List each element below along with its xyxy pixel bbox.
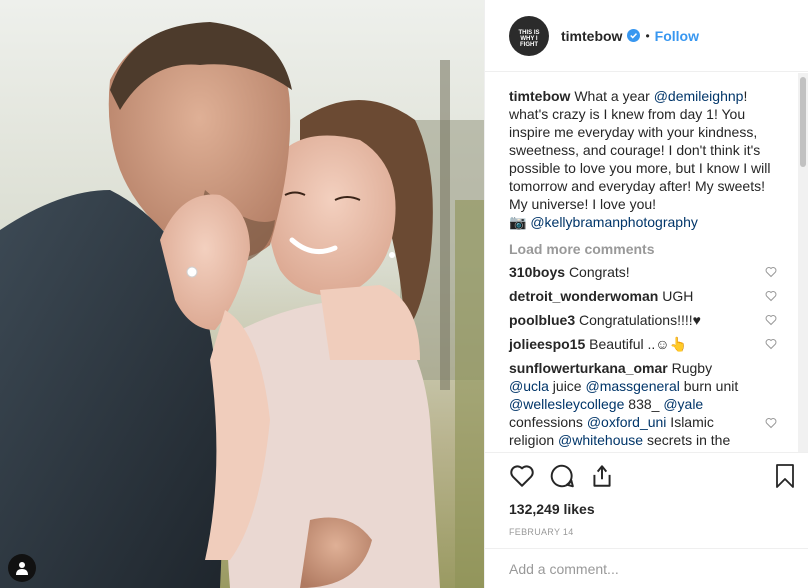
verified-badge-icon [627, 29, 641, 42]
comment-mention[interactable]: @massgeneral [585, 378, 679, 394]
comment-text: UGH [662, 288, 694, 304]
comment-text: Rugby [671, 360, 713, 376]
comment-username[interactable]: detroit_wonderwoman [509, 288, 658, 304]
comment-text: juice [548, 378, 586, 394]
comment-like-heart-icon[interactable] [765, 314, 777, 326]
comment-username[interactable]: poolblue3 [509, 312, 575, 328]
add-comment-bar [485, 548, 808, 588]
post-date[interactable]: FEBRUARY 14 [509, 527, 793, 537]
comment-text: confessions [509, 414, 587, 430]
avatar-text: THIS IS WHY I FIGHT [518, 29, 540, 48]
caption-text-1: What a year [574, 88, 654, 104]
comment-mention[interactable]: @wellesleycollege [509, 396, 624, 412]
user-tag-button[interactable] [8, 554, 36, 582]
header-dot: • [645, 28, 650, 43]
comment-item: detroit_wonderwoman UGH [509, 287, 777, 305]
long-comment-body: sunflowerturkana_omar Rugby @ucla juice … [509, 359, 749, 449]
comment-like-heart-icon[interactable] [765, 266, 777, 278]
caption-mention[interactable]: @demileighnp [654, 88, 744, 104]
comment-text: Congratulations!!!!♥ [579, 312, 701, 328]
comment-item: jolieespo15 Beautiful ..☺👆 [509, 335, 777, 353]
post-caption: timtebow What a year @demileighnp! what'… [509, 87, 777, 231]
comment-like-heart-icon[interactable] [765, 417, 777, 429]
caption-text-2: ! what's crazy is I knew from day 1! You… [509, 88, 771, 212]
comments-scrollbar[interactable] [798, 73, 808, 452]
comment-text: Congrats! [568, 264, 630, 280]
scrollbar-thumb[interactable] [800, 77, 806, 167]
caption-username[interactable]: timtebow [509, 88, 570, 104]
heart-icon[interactable] [509, 463, 535, 489]
comment-text: burn unit [679, 378, 739, 394]
comment-like-heart-icon[interactable] [765, 290, 777, 302]
comment-text: 838_ [624, 396, 664, 412]
comment-mention[interactable]: @whitehouse [558, 432, 643, 448]
comment-item: sunflowerturkana_omar Rugby @ucla juice … [509, 359, 777, 449]
comment-item: poolblue3 Congratulations!!!!♥ [509, 311, 777, 329]
comment-input[interactable] [509, 561, 769, 577]
post-header: THIS IS WHY I FIGHT timtebow • Follow [485, 0, 808, 72]
post-photo[interactable] [0, 0, 484, 588]
comment-mention[interactable]: @ucla [509, 378, 549, 394]
action-icons [509, 461, 793, 491]
post-actions: 132,249 likes FEBRUARY 14 [485, 452, 808, 537]
comment-item: 310boys Congrats! [509, 263, 777, 281]
comment-username[interactable]: sunflowerturkana_omar [509, 360, 668, 376]
post-sidebar: THIS IS WHY I FIGHT timtebow • Follow ti… [484, 0, 808, 588]
comment-mention[interactable]: @oxford_uni [587, 414, 667, 430]
share-icon[interactable] [589, 463, 615, 489]
instagram-post: THIS IS WHY I FIGHT timtebow • Follow ti… [0, 0, 808, 588]
bookmark-icon[interactable] [773, 463, 797, 489]
comment-mention[interactable]: @yale [663, 396, 703, 412]
follow-button[interactable]: Follow [655, 28, 699, 44]
comment-icon[interactable] [549, 463, 575, 489]
comment-like-heart-icon[interactable] [765, 338, 777, 350]
camera-icon: 📷 [509, 214, 527, 230]
comment-text: Beautiful ..☺👆 [589, 336, 688, 352]
comments-section[interactable]: timtebow What a year @demileighnp! what'… [485, 73, 799, 452]
user-tag-icon [16, 562, 28, 575]
likes-count[interactable]: 132,249 likes [509, 501, 793, 517]
load-more-comments-button[interactable]: Load more comments [509, 241, 799, 257]
comment-username[interactable]: 310boys [509, 264, 565, 280]
couple-photo-image [0, 0, 484, 588]
comment-text: secrets in the [643, 432, 731, 448]
header-username[interactable]: timtebow [561, 28, 622, 44]
avatar[interactable]: THIS IS WHY I FIGHT [509, 15, 549, 56]
photo-credit-link[interactable]: @kellybramanphotography [530, 214, 698, 230]
comment-username[interactable]: jolieespo15 [509, 336, 585, 352]
